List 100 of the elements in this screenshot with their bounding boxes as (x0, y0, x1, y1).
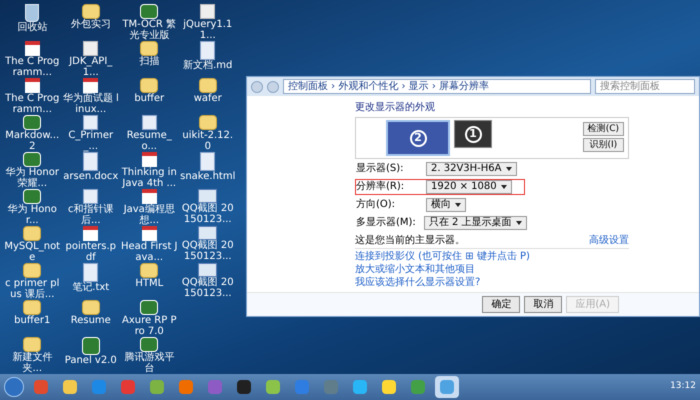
document-icon (200, 152, 216, 171)
desktop-icon-label[interactable]: Panel v2.0 (64, 355, 117, 366)
folder-icon (140, 78, 158, 93)
desktop-icon-label[interactable]: The C Programm... (4, 56, 60, 78)
folder-icon (140, 263, 158, 278)
setting-label: 多显示器(M): (356, 217, 416, 229)
desktop-icon-label[interactable]: 外包实习 (70, 19, 111, 30)
back-button[interactable] (251, 80, 263, 92)
image-file-icon (198, 263, 218, 277)
folder-icon (23, 226, 42, 241)
app-icon (140, 4, 158, 19)
search-field[interactable]: 搜索控制面板 (595, 79, 695, 94)
folder-icon (82, 300, 100, 315)
desktop-icon-label[interactable]: TM-OCR 繁光专业版 (121, 19, 178, 41)
pdf-file-icon (83, 226, 98, 241)
dropdown[interactable]: 只在 2 上显示桌面 (424, 216, 527, 230)
caret-icon (500, 185, 507, 189)
desktop-icon-label[interactable]: QQ截图 20150123... (180, 277, 236, 299)
desktop-icon-label[interactable]: Thinking in Java 4th ... (121, 167, 178, 189)
image-file-icon (198, 189, 218, 203)
settings-link[interactable]: 放大或缩小文本和其他项目 (355, 264, 629, 275)
pdf-file-icon (142, 152, 157, 167)
dialog-button[interactable]: 确定 (482, 296, 520, 313)
folder-icon (198, 78, 217, 93)
advanced-settings-link[interactable]: 高级设置 (589, 233, 629, 248)
settings-link[interactable]: 我应该选择什么显示器设置? (355, 277, 629, 288)
setting-label: 显示器(S): (356, 163, 405, 175)
desktop-icon-label[interactable]: buffer (134, 93, 164, 104)
image-file-icon (198, 226, 218, 240)
dialog-button[interactable]: 取消 (524, 296, 562, 313)
dialog-button[interactable]: 检测(C) (582, 122, 624, 136)
desktop-icon-label[interactable]: Head First Java... (121, 241, 178, 263)
desktop-icon-label[interactable]: 笔记.txt (72, 282, 110, 293)
folder-icon (140, 41, 158, 56)
dialog-heading: 更改显示器的外观 (355, 101, 436, 115)
document-icon (200, 41, 216, 60)
desktop-icon-label[interactable]: c和指针课后... (62, 204, 119, 226)
desktop-icon-label[interactable]: c primer plus 课后... (4, 278, 60, 300)
app-icon (23, 152, 42, 167)
document-icon (142, 115, 157, 130)
pdf-file-icon (83, 78, 98, 93)
dropdown[interactable]: 横向 (426, 198, 466, 212)
pdf-file-icon (142, 189, 157, 204)
desktop-icon-label[interactable]: C_Primer_... (62, 130, 119, 152)
taskbar-app[interactable] (435, 376, 459, 398)
desktop-icon-label[interactable]: Axure RP Pro 7.0 (121, 315, 178, 337)
pdf-file-icon (142, 226, 157, 241)
desktop-icon-label[interactable]: HTML (135, 278, 164, 289)
desktop-icon-label[interactable]: 新文档.md (183, 60, 232, 71)
start-button[interactable] (4, 377, 24, 397)
dialog-button[interactable]: 识别(I) (582, 138, 624, 152)
desktop-icon-label[interactable]: 新建文件夹... (4, 352, 60, 374)
pdf-file-icon (24, 78, 40, 93)
desktop-icon-label[interactable]: 扫描 (139, 56, 160, 67)
document-icon (83, 263, 98, 282)
document-icon (83, 115, 98, 130)
desktop-icon-label[interactable]: jQuery1.11... (180, 19, 236, 41)
caret-icon (516, 221, 522, 225)
desktop-icon-label[interactable]: 回收站 (17, 22, 48, 33)
monitor-tile[interactable]: 1 (454, 120, 492, 148)
address-bar[interactable]: 控制面板 › 外观和个性化 › 显示 › 屏幕分辨率 (283, 79, 591, 94)
desktop-icon-label[interactable]: wafer (194, 93, 222, 104)
setting-label: 方向(O): (356, 199, 396, 211)
desktop-icon-label[interactable]: arsen.docx (63, 171, 118, 182)
desktop-icon-label[interactable]: buffer1 (14, 315, 50, 326)
desktop-icon-label[interactable]: QQ截图 20150123... (180, 203, 236, 225)
folder-icon (82, 4, 100, 19)
desktop-icon-label[interactable]: Java编程思想... (121, 204, 178, 226)
caret-icon (455, 203, 461, 207)
desktop-icon-label[interactable]: uikit-2.12.0 (180, 130, 236, 152)
pdf-file-icon (24, 41, 40, 56)
note-text: 这是您当前的主显示器。 (355, 234, 465, 248)
desktop-icon-label[interactable]: Markdow... 2 (4, 130, 60, 152)
desktop-icon-label[interactable]: 腾讯游戏平台 (121, 352, 178, 374)
desktop-icon-label[interactable]: 华为 Honor... (4, 204, 60, 226)
desktop-icon-label[interactable]: snake.html (180, 171, 236, 182)
desktop-icon-label[interactable]: Resume (70, 315, 111, 326)
app-icon (82, 337, 100, 355)
desktop-icon-label[interactable]: The C Programm... (4, 93, 60, 115)
dropdown[interactable]: 1920 × 1080 (426, 180, 512, 194)
app-icon (140, 337, 158, 352)
forward-button[interactable] (267, 80, 279, 92)
monitor-number: 1 (464, 126, 482, 142)
desktop-icon-label[interactable]: MySQL_note (4, 241, 60, 263)
app-icon (140, 300, 158, 315)
desktop-icon-label[interactable]: 华为 Honor 荣耀... (4, 167, 60, 189)
settings-link[interactable]: 连接到投影仪 (也可按住 ⊞ 键并点击 P) (355, 251, 629, 262)
desktop-icon-label[interactable]: 华为面试题 linux... (62, 93, 119, 115)
desktop-icon-label[interactable]: Resume_o... (121, 130, 178, 152)
monitor-tile[interactable]: 2 (386, 120, 450, 156)
caret-icon (506, 167, 512, 171)
dropdown[interactable]: 2. 32V3H-H6A (426, 162, 516, 176)
document-icon (83, 189, 98, 204)
desktop-icon-label[interactable]: QQ截图 20150123... (180, 240, 236, 262)
document-icon (83, 152, 98, 171)
folder-icon (23, 337, 42, 352)
desktop-icon-label[interactable]: pointers.pdf (62, 241, 119, 263)
folder-icon (23, 263, 42, 278)
desktop-icon-label[interactable]: JDK_API_1... (62, 56, 119, 78)
app-icon (23, 115, 42, 130)
